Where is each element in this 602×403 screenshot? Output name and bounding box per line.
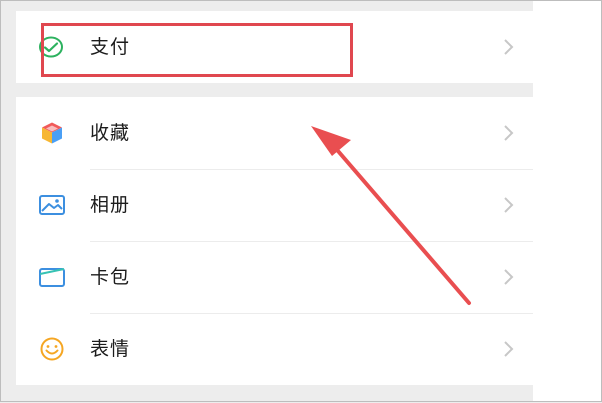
photo-album-icon	[38, 193, 66, 217]
menu-item-label: 收藏	[90, 122, 131, 144]
menu-group-main: 收藏 相册 卡包 表情	[16, 97, 533, 385]
favorites-cube-icon	[38, 121, 66, 145]
chevron-right-icon	[503, 38, 515, 56]
side-panel	[533, 1, 601, 401]
chevron-right-icon	[503, 340, 515, 358]
chevron-right-icon	[503, 124, 515, 142]
emoji-smile-icon	[38, 337, 66, 361]
card-wallet-icon	[38, 265, 66, 289]
menu-item-label: 卡包	[90, 266, 131, 288]
chevron-right-icon	[503, 196, 515, 214]
menu-item-album[interactable]: 相册	[16, 169, 533, 241]
menu-item-stickers[interactable]: 表情	[16, 313, 533, 385]
chevron-right-icon	[503, 268, 515, 286]
menu-item-label: 相册	[90, 194, 131, 216]
menu-item-label: 表情	[90, 338, 131, 360]
annotation-highlight-box	[41, 23, 353, 77]
menu-item-favorites[interactable]: 收藏	[16, 97, 533, 169]
menu-item-cards[interactable]: 卡包	[16, 241, 533, 313]
screenshot-frame: 支付 收藏 相册 卡包 表情	[0, 0, 602, 402]
